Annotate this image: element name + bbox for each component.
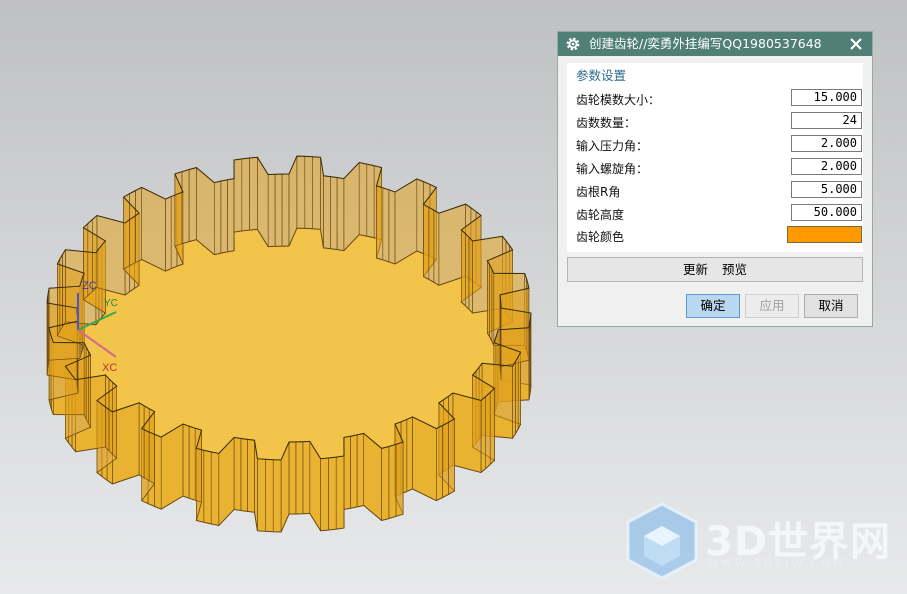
tooth-count-input[interactable]: 24	[791, 112, 862, 129]
field-row-module: 齿轮模数大小： 15.000	[576, 89, 862, 109]
cancel-button[interactable]: 取消	[804, 294, 858, 318]
field-row-tooth-count: 齿数数量： 24	[576, 112, 862, 132]
pressure-angle-label: 输入压力角：	[576, 139, 649, 153]
watermark-logo-icon	[626, 502, 698, 580]
triad-z-label: ZC	[82, 280, 97, 292]
root-radius-input[interactable]: 5.000	[791, 181, 862, 198]
gear-height-input[interactable]: 50.000	[791, 204, 862, 221]
tooth-count-label: 齿数数量：	[576, 116, 637, 130]
gear-color-label: 齿轮颜色	[576, 230, 625, 244]
dialog-titlebar[interactable]: 创建齿轮//奕勇外挂编写QQ1980537648	[558, 32, 872, 56]
gear-height-label: 齿轮高度	[576, 208, 625, 222]
dialog-title: 创建齿轮//奕勇外挂编写QQ1980537648	[589, 36, 822, 51]
triad-y-label: YC	[104, 298, 118, 309]
field-row-color: 齿轮颜色	[576, 226, 862, 246]
root-radius-label: 齿根R角	[576, 185, 621, 199]
preview-button[interactable]: 预览	[722, 262, 747, 277]
module-label: 齿轮模数大小：	[576, 93, 661, 107]
module-input[interactable]: 15.000	[791, 89, 862, 106]
apply-button[interactable]: 应用	[745, 294, 799, 318]
field-row-helix-angle: 输入螺旋角： 2.000	[576, 158, 862, 178]
parameters-group: 参数设置 齿轮模数大小： 15.000 齿数数量： 24 输入压力角： 2.00…	[567, 63, 863, 252]
close-icon[interactable]	[848, 36, 864, 52]
update-preview-bar[interactable]: 更新 预览	[567, 257, 863, 282]
gear-color-swatch[interactable]	[787, 226, 862, 243]
ok-button[interactable]: 确定	[686, 294, 740, 318]
gear-icon[interactable]	[565, 36, 581, 52]
create-gear-dialog: 创建齿轮//奕勇外挂编写QQ1980537648 参数设置 齿轮模数大小： 15…	[557, 31, 873, 327]
helix-angle-label: 输入螺旋角：	[576, 162, 649, 176]
field-row-height: 齿轮高度 50.000	[576, 204, 862, 224]
field-row-pressure-angle: 输入压力角： 2.000	[576, 135, 862, 155]
group-title: 参数设置	[576, 68, 627, 83]
pressure-angle-input[interactable]: 2.000	[791, 135, 862, 152]
update-button[interactable]: 更新	[683, 262, 708, 277]
watermark-url: WWW.3DSJW.COM	[707, 557, 846, 570]
triad-x-label: XC	[102, 362, 117, 374]
helix-angle-input[interactable]: 2.000	[791, 158, 862, 175]
field-row-root-radius: 齿根R角 5.000	[576, 181, 862, 201]
